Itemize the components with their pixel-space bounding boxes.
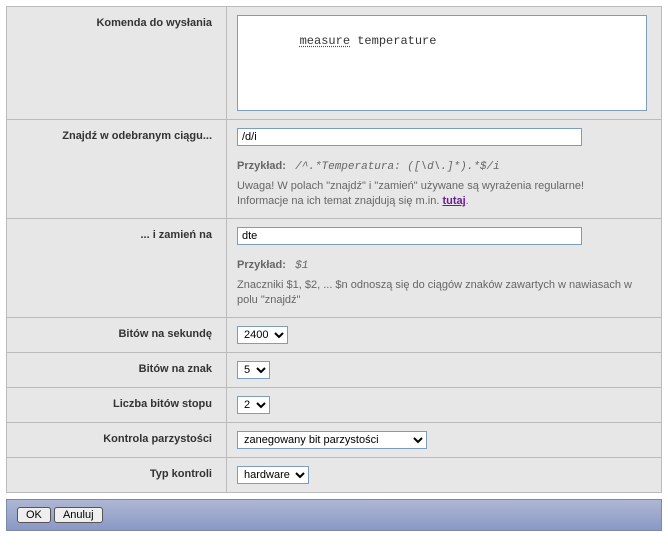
find-warning: Uwaga! W polach "znajdź" i "zamień" używ…	[237, 179, 651, 210]
row-find: Znajdź w odebranym ciągu... Przykład: /^…	[7, 120, 662, 219]
replace-example-label: Przykład:	[237, 259, 286, 271]
settings-form: Komenda do wysłania measure temperature …	[6, 6, 662, 493]
row-databits: Bitów na znak 5	[7, 352, 662, 387]
row-parity: Kontrola parzystości zanegowany bit parz…	[7, 422, 662, 457]
label-baud: Bitów na sekundę	[7, 317, 227, 352]
replace-input[interactable]	[237, 227, 582, 245]
row-command: Komenda do wysłania measure temperature	[7, 7, 662, 120]
parity-select[interactable]: zanegowany bit parzystości	[237, 431, 427, 449]
regex-help-link[interactable]: tutaj	[442, 195, 465, 207]
find-example-value: /^.*Temperatura: ([\d\.]*).*$/i	[295, 161, 500, 173]
replace-example-value: $1	[295, 260, 308, 272]
row-baud: Bitów na sekundę 2400	[7, 317, 662, 352]
ok-button[interactable]: OK	[17, 507, 51, 523]
label-replace: ... i zamień na	[7, 218, 227, 317]
databits-select[interactable]: 5	[237, 361, 270, 379]
button-bar: OK Anuluj	[6, 499, 662, 531]
command-textarea[interactable]: measure temperature	[237, 15, 647, 111]
label-parity: Kontrola parzystości	[7, 422, 227, 457]
row-flow: Typ kontroli hardware	[7, 457, 662, 492]
cancel-button[interactable]: Anuluj	[54, 507, 103, 523]
row-stopbits: Liczba bitów stopu 2	[7, 387, 662, 422]
label-find: Znajdź w odebranym ciągu...	[7, 120, 227, 219]
label-stopbits: Liczba bitów stopu	[7, 387, 227, 422]
label-databits: Bitów na znak	[7, 352, 227, 387]
find-input[interactable]	[237, 128, 582, 146]
row-replace: ... i zamień na Przykład: $1 Znaczniki $…	[7, 218, 662, 317]
replace-note: Znaczniki $1, $2, ... $n odnoszą się do …	[237, 278, 651, 309]
label-flow: Typ kontroli	[7, 457, 227, 492]
find-example-label: Przykład:	[237, 160, 286, 172]
label-command: Komenda do wysłania	[7, 7, 227, 120]
stopbits-select[interactable]: 2	[237, 396, 270, 414]
baud-select[interactable]: 2400	[237, 326, 288, 344]
flow-select[interactable]: hardware	[237, 466, 309, 484]
